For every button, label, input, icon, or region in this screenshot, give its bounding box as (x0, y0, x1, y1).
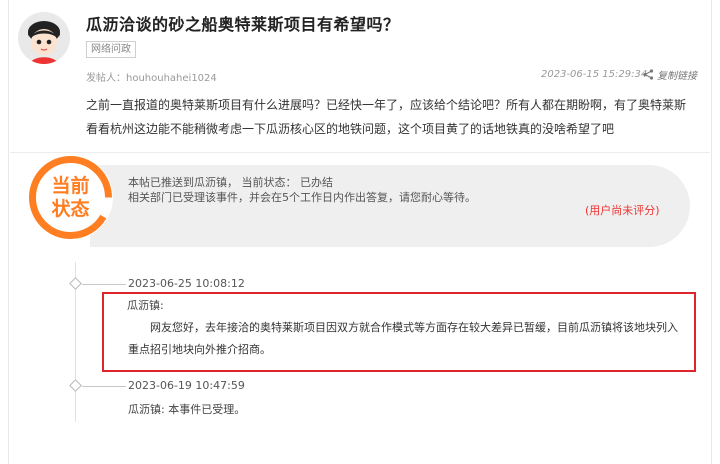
reply-timestamp: 2023-06-19 10:47:59 (128, 379, 245, 392)
user-avatar[interactable] (18, 12, 70, 64)
copy-link-button[interactable]: 复制链接 (643, 67, 697, 82)
status-message-1: 本帖已推送到瓜沥镇， 当前状态： 已办结 (128, 176, 333, 189)
status-badge-line2: 状态 (51, 198, 90, 220)
timeline-connector (82, 386, 126, 387)
reply-author: 瓜沥镇: (127, 299, 164, 312)
user-rating-status: (用户尚未评分) (585, 204, 660, 217)
section-divider (10, 152, 710, 153)
post-timestamp: 2023-06-15 15:29:34 (541, 69, 648, 80)
poster-info: 发帖人：houhouhahei1024 (86, 73, 217, 84)
share-icon (643, 69, 654, 80)
status-badge-line1: 当前 (51, 175, 90, 197)
reply-timestamp: 2023-06-25 10:08:12 (128, 277, 245, 290)
post-content: 之前一直报道的奥特莱斯项目有什么进展吗？已经快一年了，应该给个结论吧？所有人都在… (86, 98, 687, 136)
status-badge: 当前 状态 (28, 155, 113, 240)
reply-body: 网友您好，去年接洽的奥特莱斯项目因双方就合作模式等方面存在较大差异已暂缓，目前瓜… (128, 321, 678, 356)
avatar-icon (18, 12, 70, 64)
reply-text: 瓜沥镇: 本事件已受理。 (128, 403, 246, 416)
copy-link-label: 复制链接 (657, 71, 697, 82)
status-message-2: 相关部门已受理该事件，并会在5个工作日内作出答复，请您耐心等待。 (128, 191, 476, 204)
post-title: 瓜沥洽谈的砂之船奥特莱斯项目有希望吗？ (86, 15, 400, 34)
category-tag[interactable]: 网络问政 (86, 41, 136, 58)
timeline-connector (82, 284, 126, 285)
